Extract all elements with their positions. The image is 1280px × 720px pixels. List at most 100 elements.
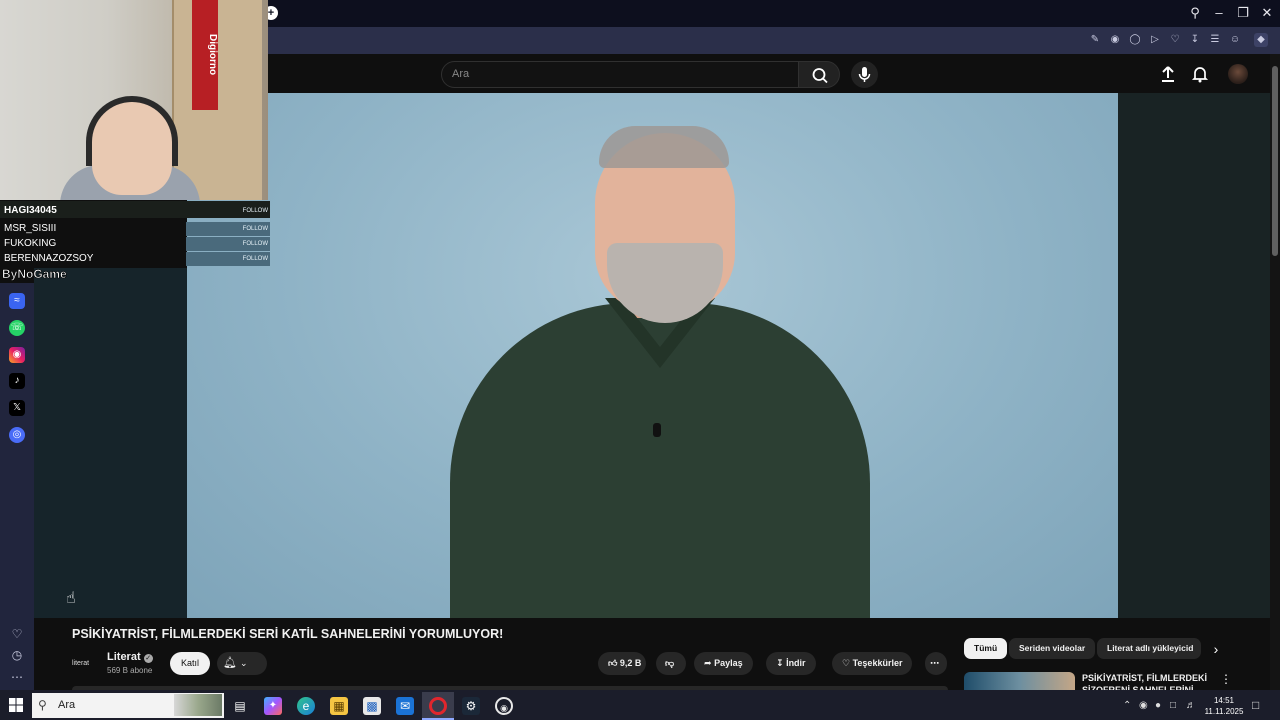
extension-icon[interactable]: ◆ <box>1254 33 1268 47</box>
tray-mic-icon[interactable]: ● <box>1155 700 1161 711</box>
volume-icon[interactable]: ♬ <box>1186 700 1196 711</box>
brand-logo: ByNoGame <box>2 267 67 282</box>
edge-icon[interactable]: e <box>297 697 315 715</box>
download-icon: ↧ <box>776 658 784 668</box>
theater-side-panel <box>1118 93 1270 618</box>
tray-app-icon[interactable]: ◉ <box>1139 700 1148 711</box>
follower-row: BERENNAZOZSOY FOLLOW <box>0 252 270 267</box>
menu-icon[interactable]: ☰ <box>1208 33 1222 47</box>
tiktok-icon[interactable]: ♪ <box>9 373 25 389</box>
upload-button[interactable] <box>1158 64 1178 84</box>
bell-icon: 🔔︎ <box>223 657 237 669</box>
camera-icon[interactable]: ◉ <box>1108 33 1122 47</box>
taskbar-search-placeholder: Ara <box>58 699 76 711</box>
search-icon <box>812 68 828 84</box>
steam-icon[interactable]: ⚙ <box>462 697 480 715</box>
profile-icon[interactable]: ☺ <box>1228 33 1242 47</box>
notification-center-icon[interactable]: □ <box>1252 698 1259 712</box>
messenger-icon[interactable]: ≈ <box>9 293 25 309</box>
recommended-title[interactable]: PSİKİYATRİST, FİLMLERDEKİ ŞİZOFRENİ SAHN… <box>1082 672 1207 690</box>
recommended-thumbnail[interactable] <box>964 672 1075 690</box>
network-icon[interactable]: □ <box>1170 700 1176 711</box>
whatsapp-icon[interactable]: ☏ <box>9 320 25 336</box>
minimize-button[interactable]: – <box>1209 4 1229 22</box>
subscriber-count: 569 B abone <box>107 666 153 675</box>
clock-time: 14:51 <box>1213 696 1235 705</box>
webcam-banner: Digiorno <box>192 0 218 110</box>
x-icon[interactable]: 𝕏 <box>9 400 25 416</box>
more-actions-button[interactable]: ⋯ <box>925 652 947 675</box>
upload-icon <box>1162 66 1174 82</box>
follow-label: FOLLOW <box>186 252 270 266</box>
search-tabs-icon[interactable]: ⚲ <box>1185 4 1205 22</box>
follow-label: FOLLOW <box>242 208 268 214</box>
bell-icon <box>1191 67 1209 83</box>
headset-icon <box>86 96 178 166</box>
like-count: 9,2 B <box>619 658 642 668</box>
follow-label: FOLLOW <box>186 222 270 236</box>
channel-name-text: Literat <box>107 651 141 663</box>
store-icon[interactable]: ▩ <box>363 697 381 715</box>
follower-row: HAGI34045 FOLLOW <box>0 204 270 219</box>
mail-icon[interactable]: ✉ <box>396 697 414 715</box>
notifications-button[interactable] <box>1190 64 1210 84</box>
video-title: PSİKİYATRİST, FİLMLERDEKİ SERİ KATİL SAH… <box>72 627 504 641</box>
video-frame-hair <box>599 126 729 168</box>
microphone-icon <box>858 67 871 82</box>
recommended-menu-icon[interactable]: ⋮ <box>1220 672 1232 688</box>
download-button[interactable]: ↧ İndir <box>766 652 816 675</box>
avatar[interactable] <box>1228 64 1248 84</box>
windows-start-icon[interactable] <box>8 697 24 713</box>
history-icon[interactable]: ◷ <box>9 647 25 663</box>
task-view-icon[interactable]: ▤ <box>231 697 249 715</box>
video-player[interactable] <box>187 93 1118 618</box>
chip-all[interactable]: Tümü <box>964 638 1008 659</box>
thanks-button[interactable]: ♡ Teşekkürler <box>832 652 913 675</box>
game-app-icon[interactable]: ◉ <box>495 697 513 715</box>
clock-date: 11.11.2025 <box>1204 707 1244 716</box>
voice-search-button[interactable] <box>851 61 878 88</box>
join-button[interactable]: Katıl <box>170 652 210 675</box>
lapel-mic <box>653 423 661 437</box>
share-button[interactable]: ➦ Paylaş <box>694 652 753 675</box>
app-icon[interactable]: ◎ <box>9 427 25 443</box>
channel-name[interactable]: Literat ✓ <box>107 651 153 663</box>
windows-logo-icon <box>9 698 23 712</box>
subscription-bell-button[interactable]: 🔔︎ ⌄ <box>217 652 267 675</box>
shield-icon[interactable]: ◯ <box>1128 33 1142 47</box>
channel-logo[interactable]: literat <box>72 652 100 676</box>
follow-label: FOLLOW <box>186 237 270 251</box>
instagram-icon[interactable]: ◉ <box>9 347 25 363</box>
copilot-icon[interactable]: ✦ <box>264 697 282 715</box>
close-window-button[interactable]: ✕ <box>1257 4 1277 22</box>
follower-name: MSR_SISIII <box>4 223 57 234</box>
thanks-icon: ♡ <box>842 658 851 668</box>
snapshot-icon[interactable]: ✎ <box>1088 33 1102 47</box>
file-explorer-icon[interactable]: ▦ <box>330 697 348 715</box>
search-input[interactable]: Ara <box>441 61 799 88</box>
like-button[interactable]: 👍︎ 9,2 B <box>598 652 646 675</box>
follower-row: FUKOKING FOLLOW <box>0 237 270 252</box>
tray-chevron-icon[interactable]: ⌃ <box>1123 700 1131 711</box>
share-icon: ➦ <box>704 658 712 668</box>
more-icon[interactable]: ⋯ <box>9 669 25 685</box>
follower-name: BERENNAZOZSOY <box>4 253 94 264</box>
webcam-overlay: Digiorno <box>0 0 268 200</box>
opera-icon[interactable] <box>429 697 447 715</box>
restore-button[interactable]: ❐ <box>1233 4 1253 22</box>
scrollbar-thumb[interactable] <box>1272 66 1278 256</box>
play-icon[interactable]: ▷ <box>1148 33 1162 47</box>
dislike-button[interactable]: 👎︎ <box>656 652 686 675</box>
chevron-right-icon[interactable]: › <box>1208 640 1224 658</box>
more-icon: ⋯ <box>930 658 939 668</box>
download-icon[interactable]: ↧ <box>1188 33 1202 47</box>
chip-uploader[interactable]: Literat adlı yükleyicid <box>1097 638 1201 659</box>
chevron-down-icon: ⌄ <box>240 658 248 668</box>
system-clock[interactable]: 14:51 11.11.2025 <box>1200 695 1248 717</box>
search-button[interactable] <box>798 61 840 88</box>
follower-name: HAGI34045 <box>4 205 57 216</box>
thanks-label: Teşekkürler <box>852 658 903 668</box>
chip-series[interactable]: Seriden videolar <box>1009 638 1096 659</box>
favorites-icon[interactable]: ♡ <box>9 626 25 642</box>
heart-icon[interactable]: ♡ <box>1168 33 1182 47</box>
